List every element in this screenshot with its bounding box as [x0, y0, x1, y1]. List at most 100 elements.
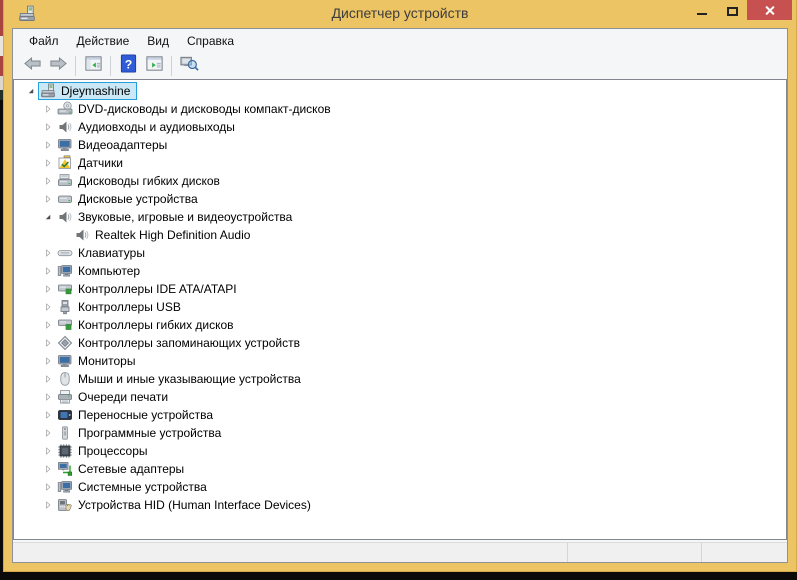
tree-item-djeymashine[interactable]: Djeymashine [14, 82, 786, 100]
expander-collapsed-icon[interactable] [41, 335, 55, 351]
tree-item-mice-and-pointing-devices[interactable]: Мыши и иные указывающие устройства [14, 370, 786, 388]
tree-item-body[interactable]: Дисковые устройства [55, 190, 205, 208]
expander-collapsed-icon[interactable] [41, 155, 55, 171]
tree-item-body[interactable]: DVD-дисководы и дисководы компакт-дисков [55, 100, 338, 118]
speaker-icon [57, 119, 73, 135]
expander-collapsed-icon[interactable] [41, 173, 55, 189]
tree-item-sound-video-game-controllers[interactable]: Звуковые, игровые и видеоустройства [14, 208, 786, 226]
expander-collapsed-icon[interactable] [41, 353, 55, 369]
expander-collapsed-icon[interactable] [41, 497, 55, 513]
disk-drive-icon [57, 191, 73, 207]
expander-collapsed-icon[interactable] [41, 101, 55, 117]
tree-item-audio-inputs-outputs[interactable]: Аудиовходы и аудиовыходы [14, 118, 786, 136]
speaker-icon [74, 227, 90, 243]
tree-item-disk-drives[interactable]: Дисковые устройства [14, 190, 786, 208]
tree-item-body[interactable]: Системные устройства [55, 478, 214, 496]
tree-item-body[interactable]: Очереди печати [55, 388, 175, 406]
tree-item-realtek-high-definition-audio[interactable]: Realtek High Definition Audio [14, 226, 786, 244]
expander-expanded-icon[interactable] [41, 209, 55, 225]
expander-collapsed-icon[interactable] [41, 461, 55, 477]
tree-item-body[interactable]: Дисководы гибких дисков [55, 172, 227, 190]
tree-item-body[interactable]: Контроллеры USB [55, 298, 188, 316]
tree-item-body[interactable]: Компьютер [55, 262, 147, 280]
expander-collapsed-icon[interactable] [41, 479, 55, 495]
titlebar[interactable]: Диспетчер устройств [4, 0, 796, 28]
menu-file[interactable]: Файл [20, 31, 68, 51]
tree-item-body[interactable]: Программные устройства [55, 424, 228, 442]
maximize-button[interactable] [717, 0, 747, 20]
expander-collapsed-icon[interactable] [41, 119, 55, 135]
tree-item-body[interactable]: Djeymashine [38, 82, 137, 100]
tree-item-body[interactable]: Realtek High Definition Audio [72, 226, 257, 244]
monitor-tower-icon [57, 263, 73, 279]
tree-item-body[interactable]: Контроллеры запоминающих устройств [55, 334, 307, 352]
tree-item-label: Контроллеры USB [78, 300, 184, 314]
tree-item-network-adapters[interactable]: Сетевые адаптеры [14, 460, 786, 478]
tree-item-keyboards[interactable]: Клавиатуры [14, 244, 786, 262]
tree-item-body[interactable]: Переносные устройства [55, 406, 220, 424]
expander-collapsed-icon[interactable] [41, 317, 55, 333]
expander-collapsed-icon[interactable] [41, 407, 55, 423]
expander-collapsed-icon[interactable] [41, 371, 55, 387]
tree-item-body[interactable]: Мыши и иные указывающие устройства [55, 370, 308, 388]
tree-item-dvd-drives[interactable]: DVD-дисководы и дисководы компакт-дисков [14, 100, 786, 118]
maximize-icon [727, 7, 738, 16]
expander-collapsed-icon[interactable] [41, 389, 55, 405]
forward-button[interactable] [45, 54, 71, 78]
tree-item-video-adapters[interactable]: Видеоадаптеры [14, 136, 786, 154]
tree-item-body[interactable]: Аудиовходы и аудиовыходы [55, 118, 242, 136]
device-tree[interactable]: DjeymashineDVD-дисководы и дисководы ком… [13, 79, 787, 540]
tree-item-portable-devices[interactable]: Переносные устройства [14, 406, 786, 424]
tree-item-software-devices[interactable]: Программные устройства [14, 424, 786, 442]
tree-item-print-queues[interactable]: Очереди печати [14, 388, 786, 406]
tree-item-monitors[interactable]: Мониторы [14, 352, 786, 370]
expander-collapsed-icon[interactable] [41, 263, 55, 279]
close-button[interactable] [747, 0, 792, 20]
tree-item-body[interactable]: Звуковые, игровые и видеоустройства [55, 208, 299, 226]
portable-device-icon [57, 407, 73, 423]
tree-item-label: Компьютер [78, 264, 143, 278]
menu-view[interactable]: Вид [138, 31, 178, 51]
expander-collapsed-icon[interactable] [41, 281, 55, 297]
tree-item-floppy-disk-drives[interactable]: Дисководы гибких дисков [14, 172, 786, 190]
tree-item-body[interactable]: Процессоры [55, 442, 155, 460]
tree-item-storage-controllers[interactable]: Контроллеры запоминающих устройств [14, 334, 786, 352]
tree-item-body[interactable]: Видеоадаптеры [55, 136, 174, 154]
help-button[interactable]: ? [115, 54, 141, 78]
tree-item-computer[interactable]: Компьютер [14, 262, 786, 280]
action-pane-icon [145, 54, 164, 78]
expander-expanded-icon[interactable] [24, 83, 38, 99]
tree-item-body[interactable]: Датчики [55, 154, 130, 172]
tree-item-usb-controllers[interactable]: Контроллеры USB [14, 298, 786, 316]
tree-item-sensors[interactable]: Датчики [14, 154, 786, 172]
menu-help[interactable]: Справка [178, 31, 243, 51]
show-action-pane-button[interactable] [141, 54, 167, 78]
expander-collapsed-icon[interactable] [41, 191, 55, 207]
back-button[interactable] [19, 54, 45, 78]
tree-item-body[interactable]: Клавиатуры [55, 244, 152, 262]
tree-item-processors[interactable]: Процессоры [14, 442, 786, 460]
statusbar-section [13, 543, 568, 562]
tree-item-body[interactable]: Мониторы [55, 352, 142, 370]
monitor-tower-icon [57, 479, 73, 495]
scan-hardware-icon [180, 54, 199, 78]
expander-collapsed-icon[interactable] [41, 137, 55, 153]
show-console-tree-button[interactable] [80, 54, 106, 78]
tree-item-system-devices[interactable]: Системные устройства [14, 478, 786, 496]
tree-item-floppy-disk-controllers[interactable]: Контроллеры гибких дисков [14, 316, 786, 334]
tree-item-body[interactable]: Сетевые адаптеры [55, 460, 191, 478]
expander-collapsed-icon[interactable] [41, 299, 55, 315]
tree-item-body[interactable]: Контроллеры гибких дисков [55, 316, 241, 334]
menu-action[interactable]: Действие [68, 31, 139, 51]
expander-collapsed-icon[interactable] [41, 245, 55, 261]
tree-item-hid-devices[interactable]: Устройства HID (Human Interface Devices) [14, 496, 786, 514]
tree-item-body[interactable]: Устройства HID (Human Interface Devices) [55, 496, 318, 514]
expander-collapsed-icon[interactable] [41, 443, 55, 459]
device-manager-window: Диспетчер устройств Файл Действие Вид Сп… [3, 0, 797, 572]
tree-item-body[interactable]: Контроллеры IDE ATA/ATAPI [55, 280, 244, 298]
scan-hardware-changes-button[interactable] [176, 54, 202, 78]
tree-item-ide-ata-atapi-controllers[interactable]: Контроллеры IDE ATA/ATAPI [14, 280, 786, 298]
expander-collapsed-icon[interactable] [41, 425, 55, 441]
minimize-button[interactable] [687, 0, 717, 20]
tree-item-label: Мониторы [78, 354, 138, 368]
